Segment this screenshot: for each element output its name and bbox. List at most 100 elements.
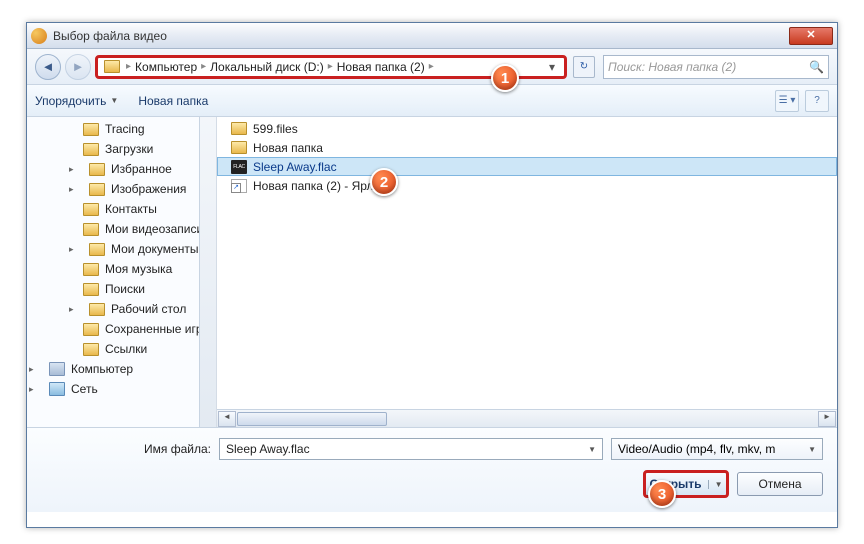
crumb-computer[interactable]: Компьютер bbox=[135, 60, 197, 74]
file-row[interactable]: Sleep Away.flac bbox=[217, 157, 837, 176]
tree-item-label: Мои видеозаписи bbox=[105, 222, 203, 236]
chevron-down-icon: ▼ bbox=[808, 445, 816, 454]
file-name: Новая папка bbox=[253, 141, 323, 155]
scroll-left-button[interactable]: ◄ bbox=[218, 411, 236, 427]
expand-icon[interactable]: ▸ bbox=[69, 244, 79, 255]
titlebar: Выбор файла видео ✕ bbox=[27, 23, 837, 49]
view-button[interactable]: ☰ ▾ bbox=[775, 90, 799, 112]
folder-icon bbox=[231, 122, 247, 135]
file-name: Новая папка (2) - Ярлык bbox=[253, 179, 387, 193]
address-dropdown[interactable]: ▾ bbox=[544, 60, 560, 74]
expand-icon[interactable]: ▸ bbox=[69, 164, 79, 175]
search-box[interactable]: Поиск: Новая папка (2) 🔍 bbox=[603, 55, 829, 79]
annotation-1: 1 bbox=[491, 64, 519, 92]
tree-item[interactable]: ▸ Мои документы bbox=[27, 239, 216, 259]
chevron-right-icon[interactable]: ▸ bbox=[199, 61, 208, 72]
search-icon: 🔍 bbox=[809, 60, 824, 74]
tree-item-label: Сеть bbox=[71, 382, 98, 396]
tree-item[interactable]: Поиски bbox=[27, 279, 216, 299]
tree-item[interactable]: Загрузки bbox=[27, 139, 216, 159]
scroll-thumb[interactable] bbox=[237, 412, 387, 426]
tree-item[interactable]: ▸ Избранное bbox=[27, 159, 216, 179]
chevron-right-icon[interactable]: ▸ bbox=[427, 61, 436, 72]
file-open-dialog: Выбор файла видео ✕ ◄ ► ▸ Компьютер ▸ Ло… bbox=[26, 22, 838, 528]
window-title: Выбор файла видео bbox=[53, 29, 167, 43]
tree-item[interactable]: Ссылки bbox=[27, 339, 216, 359]
nav-tree[interactable]: Tracing Загрузки ▸ Избранное ▸ Изображения Кон… bbox=[27, 117, 217, 427]
tree-item-label: Загрузки bbox=[105, 142, 153, 156]
filename-dropdown[interactable]: ▼ bbox=[588, 445, 596, 454]
folder-icon bbox=[89, 163, 105, 176]
tree-item[interactable]: ▸ Сеть bbox=[27, 379, 216, 399]
folder-icon bbox=[231, 141, 247, 154]
chevron-down-icon: ▼ bbox=[110, 96, 118, 105]
tree-item-label: Избранное bbox=[111, 162, 172, 176]
tree-item[interactable]: Мои видеозаписи bbox=[27, 219, 216, 239]
forward-button[interactable]: ► bbox=[65, 54, 91, 80]
tree-item-label: Моя музыка bbox=[105, 262, 172, 276]
folder-icon bbox=[83, 123, 99, 136]
expand-icon[interactable]: ▸ bbox=[69, 304, 79, 315]
refresh-button[interactable]: ↻ bbox=[573, 56, 595, 78]
file-row[interactable]: 599.files bbox=[217, 119, 837, 138]
folder-icon bbox=[83, 283, 99, 296]
cancel-button[interactable]: Отмена bbox=[737, 472, 823, 496]
file-name: Sleep Away.flac bbox=[253, 160, 337, 174]
chevron-right-icon[interactable]: ▸ bbox=[326, 61, 335, 72]
tree-item-label: Контакты bbox=[105, 202, 157, 216]
folder-icon bbox=[83, 143, 99, 156]
network-icon bbox=[49, 382, 65, 396]
back-button[interactable]: ◄ bbox=[35, 54, 61, 80]
flac-icon bbox=[231, 160, 247, 174]
tree-item-label: Мои документы bbox=[111, 242, 198, 256]
shortcut-icon bbox=[231, 179, 247, 193]
help-button[interactable]: ? bbox=[805, 90, 829, 112]
tree-item-label: Рабочий стол bbox=[111, 302, 186, 316]
filename-input[interactable]: Sleep Away.flac ▼ bbox=[219, 438, 603, 460]
close-button[interactable]: ✕ bbox=[789, 27, 833, 45]
tree-item-label: Ссылки bbox=[105, 342, 147, 356]
folder-icon bbox=[83, 343, 99, 356]
folder-icon bbox=[83, 323, 99, 336]
toolbar: Упорядочить ▼ Новая папка ☰ ▾ ? bbox=[27, 85, 837, 117]
scroll-right-button[interactable]: ► bbox=[818, 411, 836, 427]
folder-icon bbox=[89, 303, 105, 316]
file-row[interactable]: Новая папка (2) - Ярлык bbox=[217, 176, 837, 195]
organize-button[interactable]: Упорядочить ▼ bbox=[35, 94, 118, 108]
tree-item[interactable]: Моя музыка bbox=[27, 259, 216, 279]
dialog-footer: Имя файла: Sleep Away.flac ▼ Video/Audio… bbox=[27, 427, 837, 512]
crumb-drive[interactable]: Локальный диск (D:) bbox=[210, 60, 324, 74]
computer-icon bbox=[49, 362, 65, 376]
tree-item[interactable]: ▸ Рабочий стол bbox=[27, 299, 216, 319]
open-split[interactable]: ▼ bbox=[708, 480, 723, 489]
folder-icon bbox=[83, 223, 99, 236]
file-type-filter[interactable]: Video/Audio (mp4, flv, mkv, m ▼ bbox=[611, 438, 823, 460]
folder-icon bbox=[83, 263, 99, 276]
tree-item-label: Компьютер bbox=[71, 362, 133, 376]
filename-label: Имя файла: bbox=[41, 442, 211, 456]
tree-item[interactable]: Tracing bbox=[27, 119, 216, 139]
expand-icon[interactable]: ▸ bbox=[69, 184, 79, 195]
tree-item-label: Изображения bbox=[111, 182, 186, 196]
new-folder-button[interactable]: Новая папка bbox=[138, 94, 208, 108]
file-name: 599.files bbox=[253, 122, 298, 136]
tree-item-label: Tracing bbox=[105, 122, 145, 136]
app-icon bbox=[31, 28, 47, 44]
annotation-3: 3 bbox=[648, 480, 676, 508]
chevron-right-icon[interactable]: ▸ bbox=[124, 61, 133, 72]
expand-icon[interactable]: ▸ bbox=[29, 364, 39, 375]
h-scrollbar[interactable]: ◄ ► bbox=[217, 409, 837, 427]
tree-item[interactable]: Контакты bbox=[27, 199, 216, 219]
expand-icon[interactable]: ▸ bbox=[29, 384, 39, 395]
nav-bar: ◄ ► ▸ Компьютер ▸ Локальный диск (D:) ▸ … bbox=[27, 49, 837, 85]
folder-icon bbox=[89, 243, 105, 256]
crumb-folder[interactable]: Новая папка (2) bbox=[337, 60, 425, 74]
tree-item[interactable]: ▸ Компьютер bbox=[27, 359, 216, 379]
tree-item[interactable]: Сохраненные игры bbox=[27, 319, 216, 339]
file-pane[interactable]: 599.files Новая папка Sleep Away.flac Новая… bbox=[217, 117, 837, 427]
folder-icon bbox=[104, 60, 120, 73]
tree-item[interactable]: ▸ Изображения bbox=[27, 179, 216, 199]
tree-item-label: Поиски bbox=[105, 282, 145, 296]
file-row[interactable]: Новая папка bbox=[217, 138, 837, 157]
annotation-2: 2 bbox=[370, 168, 398, 196]
